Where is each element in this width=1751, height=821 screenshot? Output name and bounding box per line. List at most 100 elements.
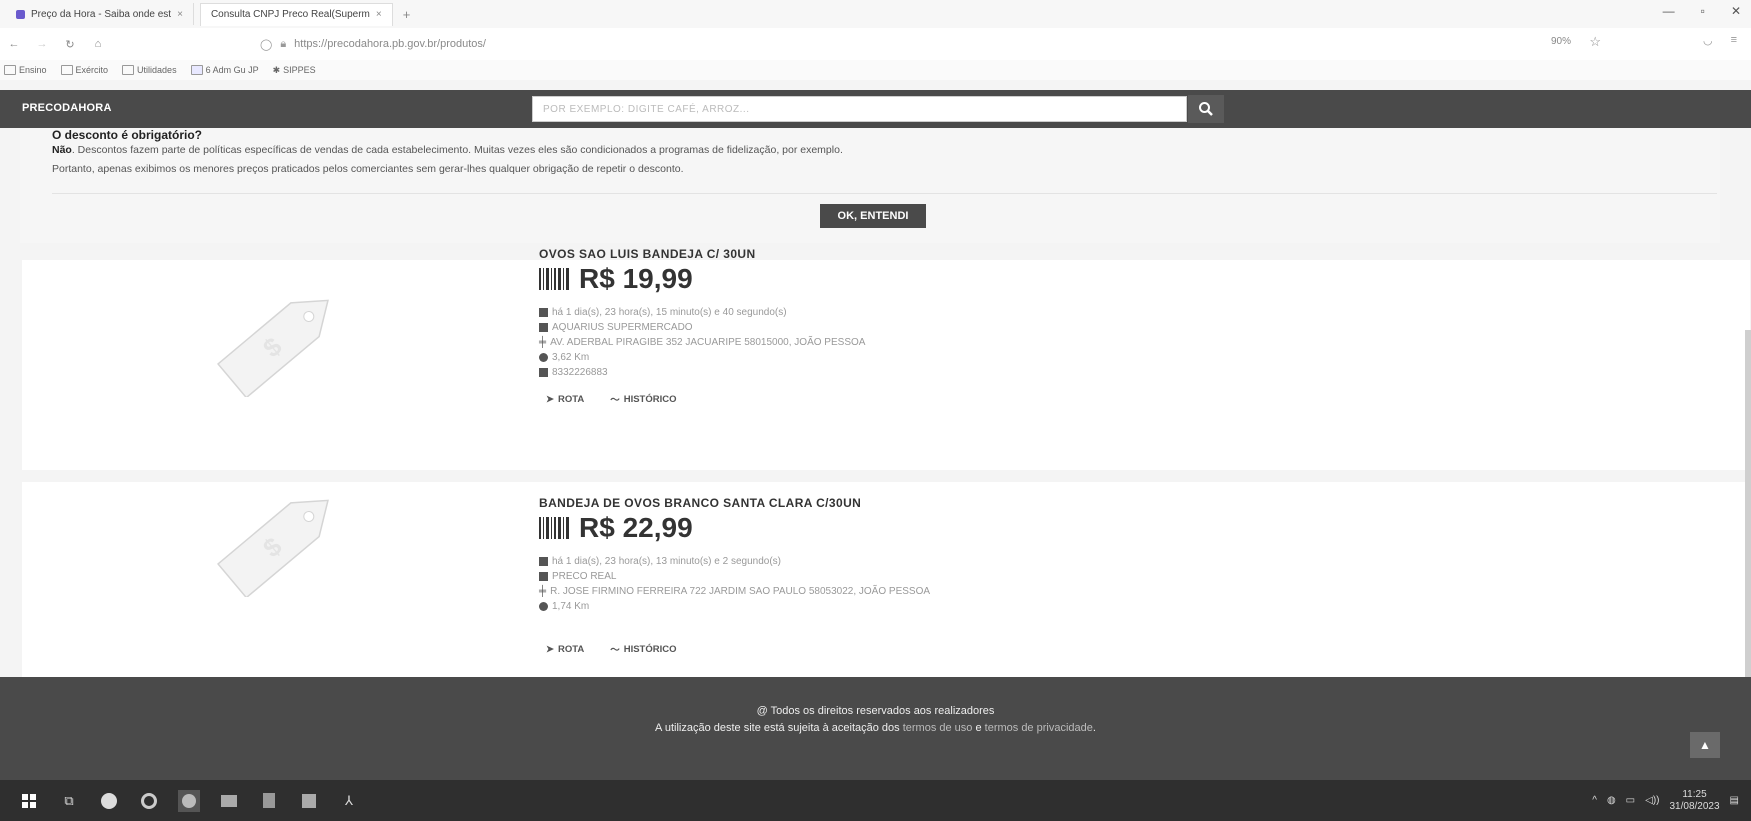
star-icon: ✱ [272,64,281,75]
store-address: R. JOSE FIRMINO FERREIRA 722 JARDIM SAO … [550,586,931,597]
store-icon [539,572,548,581]
ok-understood-button[interactable]: OK, ENTENDI [820,204,926,228]
product-actions: ➤ ROTA 〜 HISTÓRICO [546,392,677,407]
task-view-icon[interactable]: ⧉ [58,790,80,812]
back-icon[interactable]: ← [0,38,28,50]
search-input[interactable]: POR EXEMPLO: DIGITE CAFÉ, ARROZ... [532,96,1187,122]
footer-usage-text: A utilização deste site está sujeita à a… [655,722,903,734]
browser-tab-1[interactable]: Preço da Hora - Saiba onde est × [6,3,194,25]
bookmark-6admgujp[interactable]: 6 Adm Gu JP [190,65,259,75]
privacy-terms-link[interactable]: termos de privacidade [985,722,1093,734]
network-icon[interactable]: ◍ [1607,795,1616,806]
chevron-up-icon[interactable]: ^ [1592,795,1597,806]
bookmark-sippes[interactable]: ✱ SIPPES [273,65,316,76]
firefox-icon[interactable] [178,789,200,812]
road-icon: ╪ [539,337,547,348]
pdf-reader-icon[interactable]: ⅄ [338,790,360,812]
browser-tab-2[interactable]: Consulta CNPJ Preco Real(Superm × [199,2,393,26]
chrome-icon[interactable] [98,790,120,812]
close-window-icon[interactable]: ✕ [1731,4,1741,18]
store-address: AV. ADERBAL PIRAGIBE 352 JACUARIPE 58015… [550,337,866,348]
notice-answer-bold: Não [52,144,72,156]
discount-notice: O desconto é obrigatório? Não. Descontos… [20,128,1720,243]
price-tag-icon: $ [217,299,329,397]
route-link[interactable]: ➤ ROTA [546,642,584,656]
barcode-icon [539,517,569,539]
road-icon: ╪ [539,586,547,597]
address-bar[interactable]: ◯ 🔒︎ https://precodahora.pb.gov.br/produ… [260,34,1500,54]
tab-close-icon[interactable]: × [177,9,183,20]
bookmark-label: Exército [75,65,109,75]
product-name: BANDEJA DE OVOS BRANCO SANTA CLARA C/30U… [539,496,862,510]
route-link[interactable]: ➤ ROTA [546,392,584,406]
product-name: OVOS SAO LUIS BANDEJA C/ 30UN [539,247,756,261]
price-value: R$ 19,99 [579,263,693,294]
menu-icon[interactable]: ≡ [1731,34,1737,47]
windows-start-icon[interactable] [18,790,40,812]
site-header: PRECODAHORA POR EXEMPLO: DIGITE CAFÉ, AR… [0,90,1751,128]
new-tab-button[interactable]: + [403,7,411,22]
history-chart-icon: 〜 [610,395,620,406]
history-link[interactable]: 〜 HISTÓRICO [610,392,677,407]
product-price: R$ 19,99 [539,263,693,295]
site-logo[interactable]: PRECODAHORA [22,102,112,114]
price-value: R$ 22,99 [579,512,693,543]
forward-icon[interactable]: → [28,38,56,50]
search-button[interactable] [1188,95,1224,123]
browser-icon[interactable] [138,790,160,812]
bookmark-ensino[interactable]: Ensino [4,65,47,75]
shield-icon: ◯ [260,38,273,51]
browser-tabbar: Preço da Hora - Saiba onde est × Consult… [0,0,1751,28]
terms-of-use-link[interactable]: termos de uso [903,722,973,734]
route-label: ROTA [557,393,585,405]
tab-favicon-icon [16,9,25,19]
browser-navbar: ← → ↻ ⌂ ◯ 🔒︎ https://precodahora.pb.gov.… [0,28,1751,60]
zoom-level[interactable]: 90% [1551,36,1571,47]
page-scrollbar[interactable] [1745,330,1751,710]
minimize-icon[interactable]: — [1663,4,1675,18]
bookmark-label: Utilidades [137,65,177,75]
product-info: há 1 dia(s), 23 hora(s), 15 minuto(s) e … [539,305,865,380]
store-name: PRECO REAL [552,571,617,582]
volume-icon[interactable]: ◁)) [1645,795,1659,806]
tab-close-icon[interactable]: × [376,9,382,20]
notifications-icon[interactable]: ▤ [1730,795,1739,806]
tab-title: Preço da Hora - Saiba onde est [31,8,172,20]
windows-taskbar: ⧉ ⅄ ^ ◍ ▭ ◁)) 11:25 31/08/2023 ▤ [0,780,1751,821]
history-link[interactable]: 〜 HISTÓRICO [610,642,676,657]
home-icon[interactable]: ⌂ [84,38,112,50]
history-label: HISTÓRICO [623,393,677,405]
store-icon [539,323,548,332]
route-arrow-icon: ➤ [546,393,554,405]
document-icon[interactable] [258,790,280,812]
monitor-icon[interactable]: ▭ [1626,795,1635,806]
bookmark-star-icon[interactable]: ☆ [1589,34,1601,50]
spreadsheet-icon[interactable] [298,790,320,812]
bookmark-label: Ensino [19,65,47,75]
bookmark-utilidades[interactable]: Utilidades [122,65,177,75]
bookmark-exercito[interactable]: Exército [60,65,109,75]
reload-icon[interactable]: ↻ [56,38,84,51]
elapsed-time: há 1 dia(s), 23 hora(s), 15 minuto(s) e … [552,307,787,318]
history-chart-icon: 〜 [610,645,620,656]
pocket-icon[interactable]: ◡ [1703,34,1713,47]
bookmark-label: 6 Adm Gu JP [205,65,259,75]
calendar-icon [539,308,548,317]
maximize-icon[interactable]: ▫ [1701,4,1705,18]
folder-icon [4,65,16,75]
product-card: $ BANDEJA DE OVOS BRANCO SANTA CLARA C/3… [22,482,1750,677]
back-to-top-button[interactable]: ▲ [1690,732,1720,758]
toolbar-right: ◡ ≡ [1703,34,1737,47]
url-text: https://precodahora.pb.gov.br/produtos/ [294,38,486,50]
route-arrow-icon: ➤ [546,643,554,655]
folder-icon [60,65,73,75]
product-info: há 1 dia(s), 23 hora(s), 13 minuto(s) e … [539,554,930,614]
footer-end: . [1092,722,1096,734]
file-explorer-icon[interactable] [218,790,240,812]
system-clock[interactable]: 11:25 31/08/2023 [1669,789,1719,813]
bookmark-label: SIPPES [283,65,316,75]
notice-answer-text: . Descontos fazem parte de políticas esp… [71,144,843,156]
distance: 3,62 Km [552,352,590,363]
barcode-icon [539,268,569,290]
search-icon [1199,102,1213,116]
